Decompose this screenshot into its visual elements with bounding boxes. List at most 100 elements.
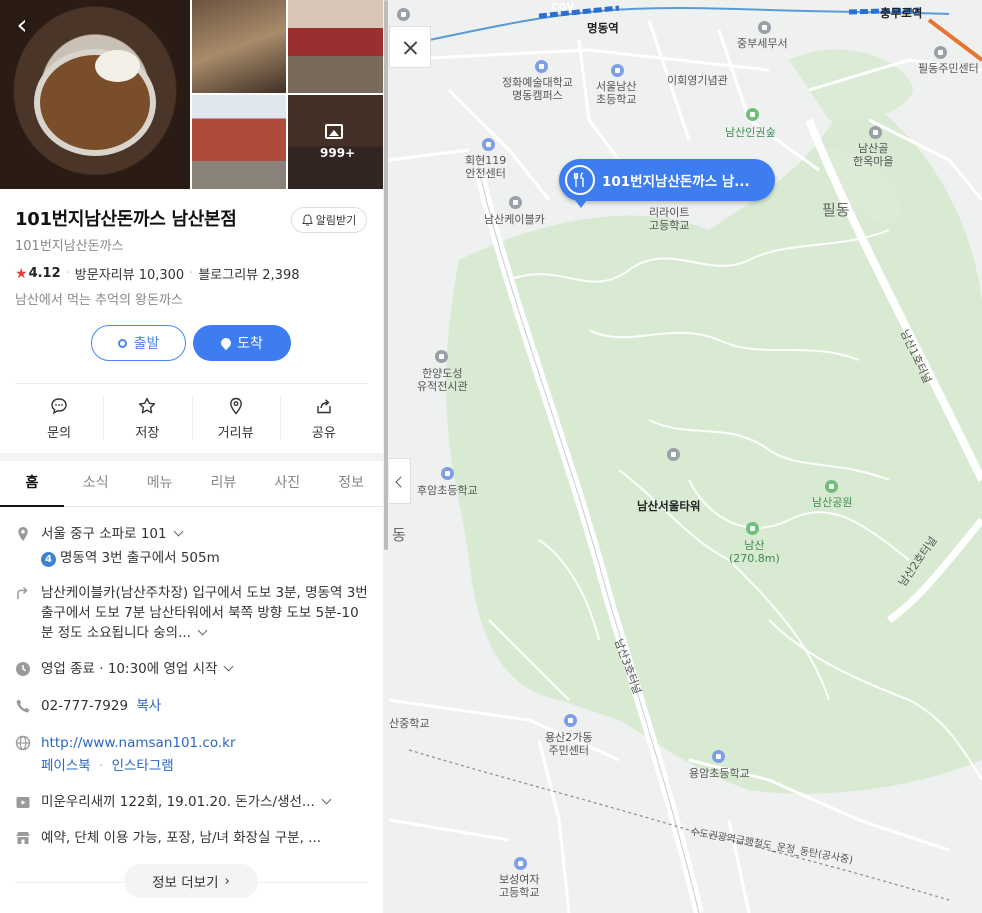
website-body: http://www.namsan101.co.kr 페이스북 · 인스타그램 xyxy=(41,733,370,776)
phone-number[interactable]: 02-777-7929 xyxy=(41,698,128,714)
label-namsan-park[interactable]: 남산공원 xyxy=(812,496,852,509)
label-human-rights-forest[interactable]: 남산인권숲 xyxy=(725,126,776,139)
label-yongam-school[interactable]: 용암초등학교 xyxy=(689,767,750,780)
label-pildong-center[interactable]: 필동주민센터 xyxy=(918,62,979,75)
school-icon[interactable] xyxy=(611,64,624,77)
photo-more[interactable] xyxy=(288,95,383,189)
photo-count[interactable]: 999+ xyxy=(320,146,355,160)
label-sanjung-school[interactable]: 산중학교 xyxy=(389,717,429,730)
bell-icon xyxy=(301,214,313,226)
action-label: 공유 xyxy=(311,426,336,441)
chevron-down-icon[interactable] xyxy=(173,526,184,537)
label-namsan-school[interactable]: 서울남산 초등학교 xyxy=(596,80,636,106)
more-info-label: 정보 더보기 xyxy=(152,875,219,891)
subway-info: 4 명동역 3번 출구에서 505m xyxy=(41,548,370,568)
rice xyxy=(95,50,140,82)
label-tax-office[interactable]: 중부세무서 xyxy=(737,37,788,50)
label-fire-station[interactable]: 회현119 안전센터 xyxy=(465,154,506,180)
visitor-reviews[interactable]: 방문자리뷰 10,300 xyxy=(75,264,184,283)
blog-reviews[interactable]: 블로그리뷰 2,398 xyxy=(198,264,299,283)
scroll-thumb[interactable] xyxy=(384,0,388,550)
marker-label: 101번지남산돈까스 남... xyxy=(602,174,750,190)
photo-food[interactable] xyxy=(192,0,286,93)
depart-button[interactable]: 출발 xyxy=(91,325,186,361)
copy-phone-button[interactable]: 복사 xyxy=(136,698,161,714)
tab-photos[interactable]: 사진 xyxy=(255,461,319,506)
restaurant-icon xyxy=(565,165,595,195)
label-namsan-peak[interactable]: 남산 (270.8m) xyxy=(729,539,780,565)
park-icon[interactable] xyxy=(825,480,838,493)
label-yongsan-center[interactable]: 용산2가동 주민센터 xyxy=(545,731,592,757)
school-icon[interactable] xyxy=(712,750,725,763)
address-body[interactable]: 서울 중구 소파로 101 4 명동역 3번 출구에서 505m xyxy=(41,524,370,568)
collapse-panel-button[interactable] xyxy=(389,458,411,504)
school-icon[interactable] xyxy=(441,467,454,480)
action-label: 문의 xyxy=(47,426,72,441)
label-riverlight-school[interactable]: 리라이트 고등학교 xyxy=(649,206,689,232)
station-chungmuro[interactable]: 충무로역 xyxy=(880,5,922,21)
arrive-button[interactable]: 도착 xyxy=(193,325,291,361)
tab-menu[interactable]: 메뉴 xyxy=(128,461,192,506)
place-panel: 999+ ‹ 101번지남산돈까스 남산본점 알림받기 101번지남산돈까스 ★… xyxy=(0,0,383,913)
star-icon xyxy=(139,397,156,414)
office-icon[interactable] xyxy=(397,8,410,21)
fire-station-icon[interactable] xyxy=(482,138,495,151)
hours-body[interactable]: 영업 종료 · 10:30에 영업 시작 xyxy=(41,659,370,679)
chevron-down-icon[interactable] xyxy=(321,794,332,805)
label-cablecar[interactable]: 남산케이블카 xyxy=(484,213,545,226)
mountain-icon[interactable] xyxy=(746,522,759,535)
office-icon[interactable] xyxy=(934,46,947,59)
label-n-tower[interactable]: 남산서울타워 xyxy=(637,500,700,513)
rating-value: 4.12 xyxy=(28,266,61,281)
chat-icon xyxy=(51,398,67,415)
map-view[interactable]: CGV 명동역 충무로역 중부세무서 필동주민센터 정화예술대학교 명동캠퍼스 … xyxy=(389,0,982,913)
label-district-partial: 동 xyxy=(392,526,406,544)
action-share[interactable]: 공유 xyxy=(279,384,368,453)
photo-building[interactable] xyxy=(192,95,286,189)
action-streetview[interactable]: 거리뷰 xyxy=(191,384,280,453)
tv-row: 미운우리새끼 122회, 19.01.20. 돈가스/생선... xyxy=(15,792,370,814)
place-marker[interactable]: 101번지남산돈까스 남... xyxy=(559,159,775,208)
website-link[interactable]: http://www.namsan101.co.kr xyxy=(41,735,236,751)
landmark-icon[interactable] xyxy=(869,126,882,139)
phone-icon xyxy=(16,699,30,713)
chevron-down-icon[interactable] xyxy=(197,625,208,636)
globe-icon xyxy=(15,735,31,751)
directions-body[interactable]: 남산케이블카(남산주차장) 입구에서 도보 3분, 명동역 3번출구에서 도보 … xyxy=(41,583,370,643)
tab-reviews[interactable]: 리뷰 xyxy=(191,461,255,506)
park-icon[interactable] xyxy=(746,108,759,121)
tab-home[interactable]: 홈 xyxy=(0,461,64,507)
close-icon[interactable] xyxy=(389,26,431,68)
tab-news[interactable]: 소식 xyxy=(64,461,128,506)
tv-body[interactable]: 미운우리새끼 122회, 19.01.20. 돈가스/생선... xyxy=(41,792,370,812)
action-save[interactable]: 저장 xyxy=(103,384,191,453)
label-namsangol[interactable]: 남산골 한옥마을 xyxy=(853,142,893,168)
office-icon[interactable] xyxy=(758,21,771,34)
label-arts-univ[interactable]: 정화예술대학교 명동캠퍼스 xyxy=(502,76,573,102)
instagram-link[interactable]: 인스타그램 xyxy=(112,758,174,774)
cablecar-icon[interactable] xyxy=(509,196,522,209)
alert-button[interactable]: 알림받기 xyxy=(291,207,367,233)
more-info-button[interactable]: 정보 더보기 › xyxy=(124,864,258,898)
school-icon[interactable] xyxy=(535,60,548,73)
store-icon xyxy=(16,832,30,844)
chevron-down-icon[interactable] xyxy=(223,661,234,672)
label-leehoeyoung[interactable]: 이회영기념관 xyxy=(667,74,728,87)
back-button[interactable]: ‹ xyxy=(8,10,36,42)
tower-icon[interactable] xyxy=(667,448,680,461)
phone-row: 02-777-7929 복사 xyxy=(15,696,370,718)
community-center-icon[interactable] xyxy=(564,714,577,727)
action-inquiry[interactable]: 문의 xyxy=(15,384,103,453)
museum-icon[interactable] xyxy=(435,350,448,363)
label-boseong-school[interactable]: 보성여자 고등학교 xyxy=(499,873,539,899)
photo-storefront[interactable] xyxy=(288,0,383,93)
tab-info[interactable]: 정보 xyxy=(319,461,383,506)
facebook-link[interactable]: 페이스북 xyxy=(41,758,91,774)
photo-gallery[interactable]: 999+ ‹ xyxy=(0,0,383,189)
station-myeongdong[interactable]: 명동역 xyxy=(587,20,619,36)
label-huam-school[interactable]: 후암초등학교 xyxy=(417,484,478,497)
share-icon xyxy=(317,399,331,414)
school-icon[interactable] xyxy=(514,857,527,870)
label-hanyang-museum[interactable]: 한양도성 유적전시관 xyxy=(417,367,468,393)
section-divider xyxy=(0,453,383,461)
